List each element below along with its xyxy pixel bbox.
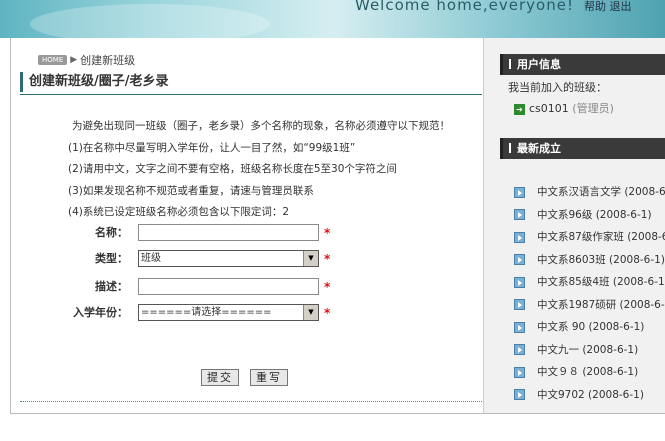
- chevron-down-icon[interactable]: ▼: [303, 251, 318, 266]
- arrow-right-icon: ➔: [514, 103, 525, 115]
- bullet-arrow-icon: [514, 209, 525, 220]
- rule-item: (2)请用中文，文字之间不要有空格，班级名称长度在5至30个字符之间: [68, 163, 397, 175]
- form-bottom-divider: [20, 401, 482, 402]
- type-select-value: 班级: [141, 253, 161, 264]
- list-item-label[interactable]: 中文系1987硕研 (2008-6-: [537, 299, 665, 311]
- year-select-value: ======请选择======: [141, 307, 272, 318]
- breadcrumb: HOME ▶ 创建新班级: [38, 52, 135, 68]
- naming-rules: 为避免出现同一班级（圈子，老乡录）多个名称的现象，名称必须遵守以下规范！ (1)…: [68, 116, 468, 224]
- list-item[interactable]: 中文系96级 (2008-6-1): [514, 204, 665, 227]
- year-label: 入学年份：: [73, 306, 128, 319]
- bullet-arrow-icon: [514, 186, 525, 198]
- rule-item: (4)系统已设定班级名称必须包含以下限定词：2: [68, 206, 290, 218]
- list-item[interactable]: 中文九一 (2008-6-1): [514, 339, 665, 362]
- frame-border-bottom: [10, 413, 665, 414]
- year-required-mark: *: [324, 306, 331, 320]
- newest-header: 最新成立: [500, 138, 665, 159]
- bullet-arrow-icon: [514, 366, 525, 378]
- name-row: 名称： *: [52, 224, 332, 244]
- header-banner: Welcome home,everyone! 帮助 退出: [0, 0, 665, 38]
- list-item-label[interactable]: 中文系8603班 (2008-6-1): [537, 254, 665, 266]
- list-item-label[interactable]: 中文系96级 (2008-6-1): [537, 209, 652, 221]
- page-title: 创建新班级/圈子/老乡录: [20, 72, 482, 92]
- sidebar: 用户信息 我当前加入的班级： ➔ cs0101 (管理员) 最新成立 中文系汉语言…: [483, 38, 665, 413]
- user-info-header: 用户信息: [500, 54, 665, 75]
- header-links[interactable]: 帮助 退出: [584, 0, 632, 14]
- rules-heading: 为避免出现同一班级（圈子，老乡录）多个名称的现象，名称必须遵守以下规范！: [72, 120, 450, 132]
- year-select[interactable]: ======请选择====== ▼: [138, 304, 319, 321]
- list-item[interactable]: 中文系85级4班 (2008-6-1: [514, 271, 665, 294]
- list-item-label[interactable]: 中文九一 (2008-6-1): [537, 344, 638, 356]
- list-item[interactable]: 中文系 90 (2008-6-1): [514, 316, 665, 339]
- type-select[interactable]: 班级 ▼: [138, 250, 319, 267]
- my-class-link[interactable]: ➔ cs0101 (管理员): [514, 100, 614, 116]
- list-item[interactable]: 中文系1987硕研 (2008-6-: [514, 294, 665, 317]
- rule-item: (3)如果发现名称不规范或者重复，请速与管理员联系: [68, 184, 314, 197]
- breadcrumb-current: 创建新班级: [80, 54, 136, 67]
- list-item[interactable]: 中文系8603班 (2008-6-1): [514, 249, 665, 272]
- desc-label: 描述：: [95, 280, 128, 293]
- bullet-arrow-icon: [514, 344, 525, 355]
- list-item-label[interactable]: 中文系 90 (2008-6-1): [537, 321, 644, 333]
- desc-row: 描述： *: [52, 278, 332, 298]
- reset-button[interactable]: 重写: [250, 369, 288, 386]
- main-content: HOME ▶ 创建新班级 创建新班级/圈子/老乡录 为避免出现同一班级（圈子，老乡录…: [12, 38, 482, 413]
- bullet-arrow-icon: [514, 299, 525, 310]
- desc-required-mark: *: [324, 280, 331, 294]
- banner-decoration: [30, 4, 270, 38]
- type-row: 类型： 班级 ▼ *: [52, 250, 332, 270]
- list-item[interactable]: 中文系87级作家班 (2008-6: [514, 226, 665, 249]
- newest-list: 中文系汉语言文学 (2008-6 中文系96级 (2008-6-1) 中文系87…: [514, 181, 665, 406]
- frame-border-left: [10, 38, 11, 414]
- list-item-label[interactable]: 中文系汉语言文学 (2008-6: [537, 186, 665, 198]
- list-item-label[interactable]: 中文系85级4班 (2008-6-1: [537, 276, 665, 288]
- my-classes-label: 我当前加入的班级：: [508, 81, 607, 94]
- name-label: 名称：: [95, 226, 128, 239]
- my-class-role: (管理员): [572, 102, 614, 115]
- submit-button[interactable]: 提交: [201, 369, 239, 386]
- list-item[interactable]: 中文9702 (2008-6-1): [514, 384, 665, 407]
- list-item-label[interactable]: 中文系87级作家班 (2008-6: [537, 231, 665, 243]
- bullet-arrow-icon: [514, 276, 525, 288]
- year-row: 入学年份： ======请选择====== ▼ *: [52, 304, 332, 324]
- home-link[interactable]: HOME: [38, 55, 68, 65]
- my-class-name[interactable]: cs0101: [529, 102, 569, 115]
- chevron-down-icon[interactable]: ▼: [303, 305, 318, 320]
- type-required-mark: *: [324, 252, 331, 266]
- name-input[interactable]: [138, 224, 319, 241]
- list-item-label[interactable]: 中文９８ (2008-6-1): [537, 366, 638, 378]
- bullet-arrow-icon: [514, 389, 525, 400]
- breadcrumb-arrow-icon: ▶: [70, 55, 78, 65]
- welcome-text: Welcome home,everyone!: [355, 0, 574, 14]
- bullet-arrow-icon: [514, 254, 525, 265]
- list-item[interactable]: 中文系汉语言文学 (2008-6: [514, 181, 665, 204]
- bullet-arrow-icon: [514, 321, 525, 333]
- rule-item: (1)在名称中尽量写明入学年份，让人一目了然，如“99级1班”: [68, 141, 356, 154]
- bullet-arrow-icon: [514, 231, 525, 243]
- list-item[interactable]: 中文９８ (2008-6-1): [514, 361, 665, 384]
- title-divider: [20, 94, 482, 95]
- desc-input[interactable]: [138, 278, 319, 295]
- list-item-label[interactable]: 中文9702 (2008-6-1): [537, 389, 644, 401]
- name-required-mark: *: [324, 226, 331, 240]
- type-label: 类型：: [95, 252, 128, 265]
